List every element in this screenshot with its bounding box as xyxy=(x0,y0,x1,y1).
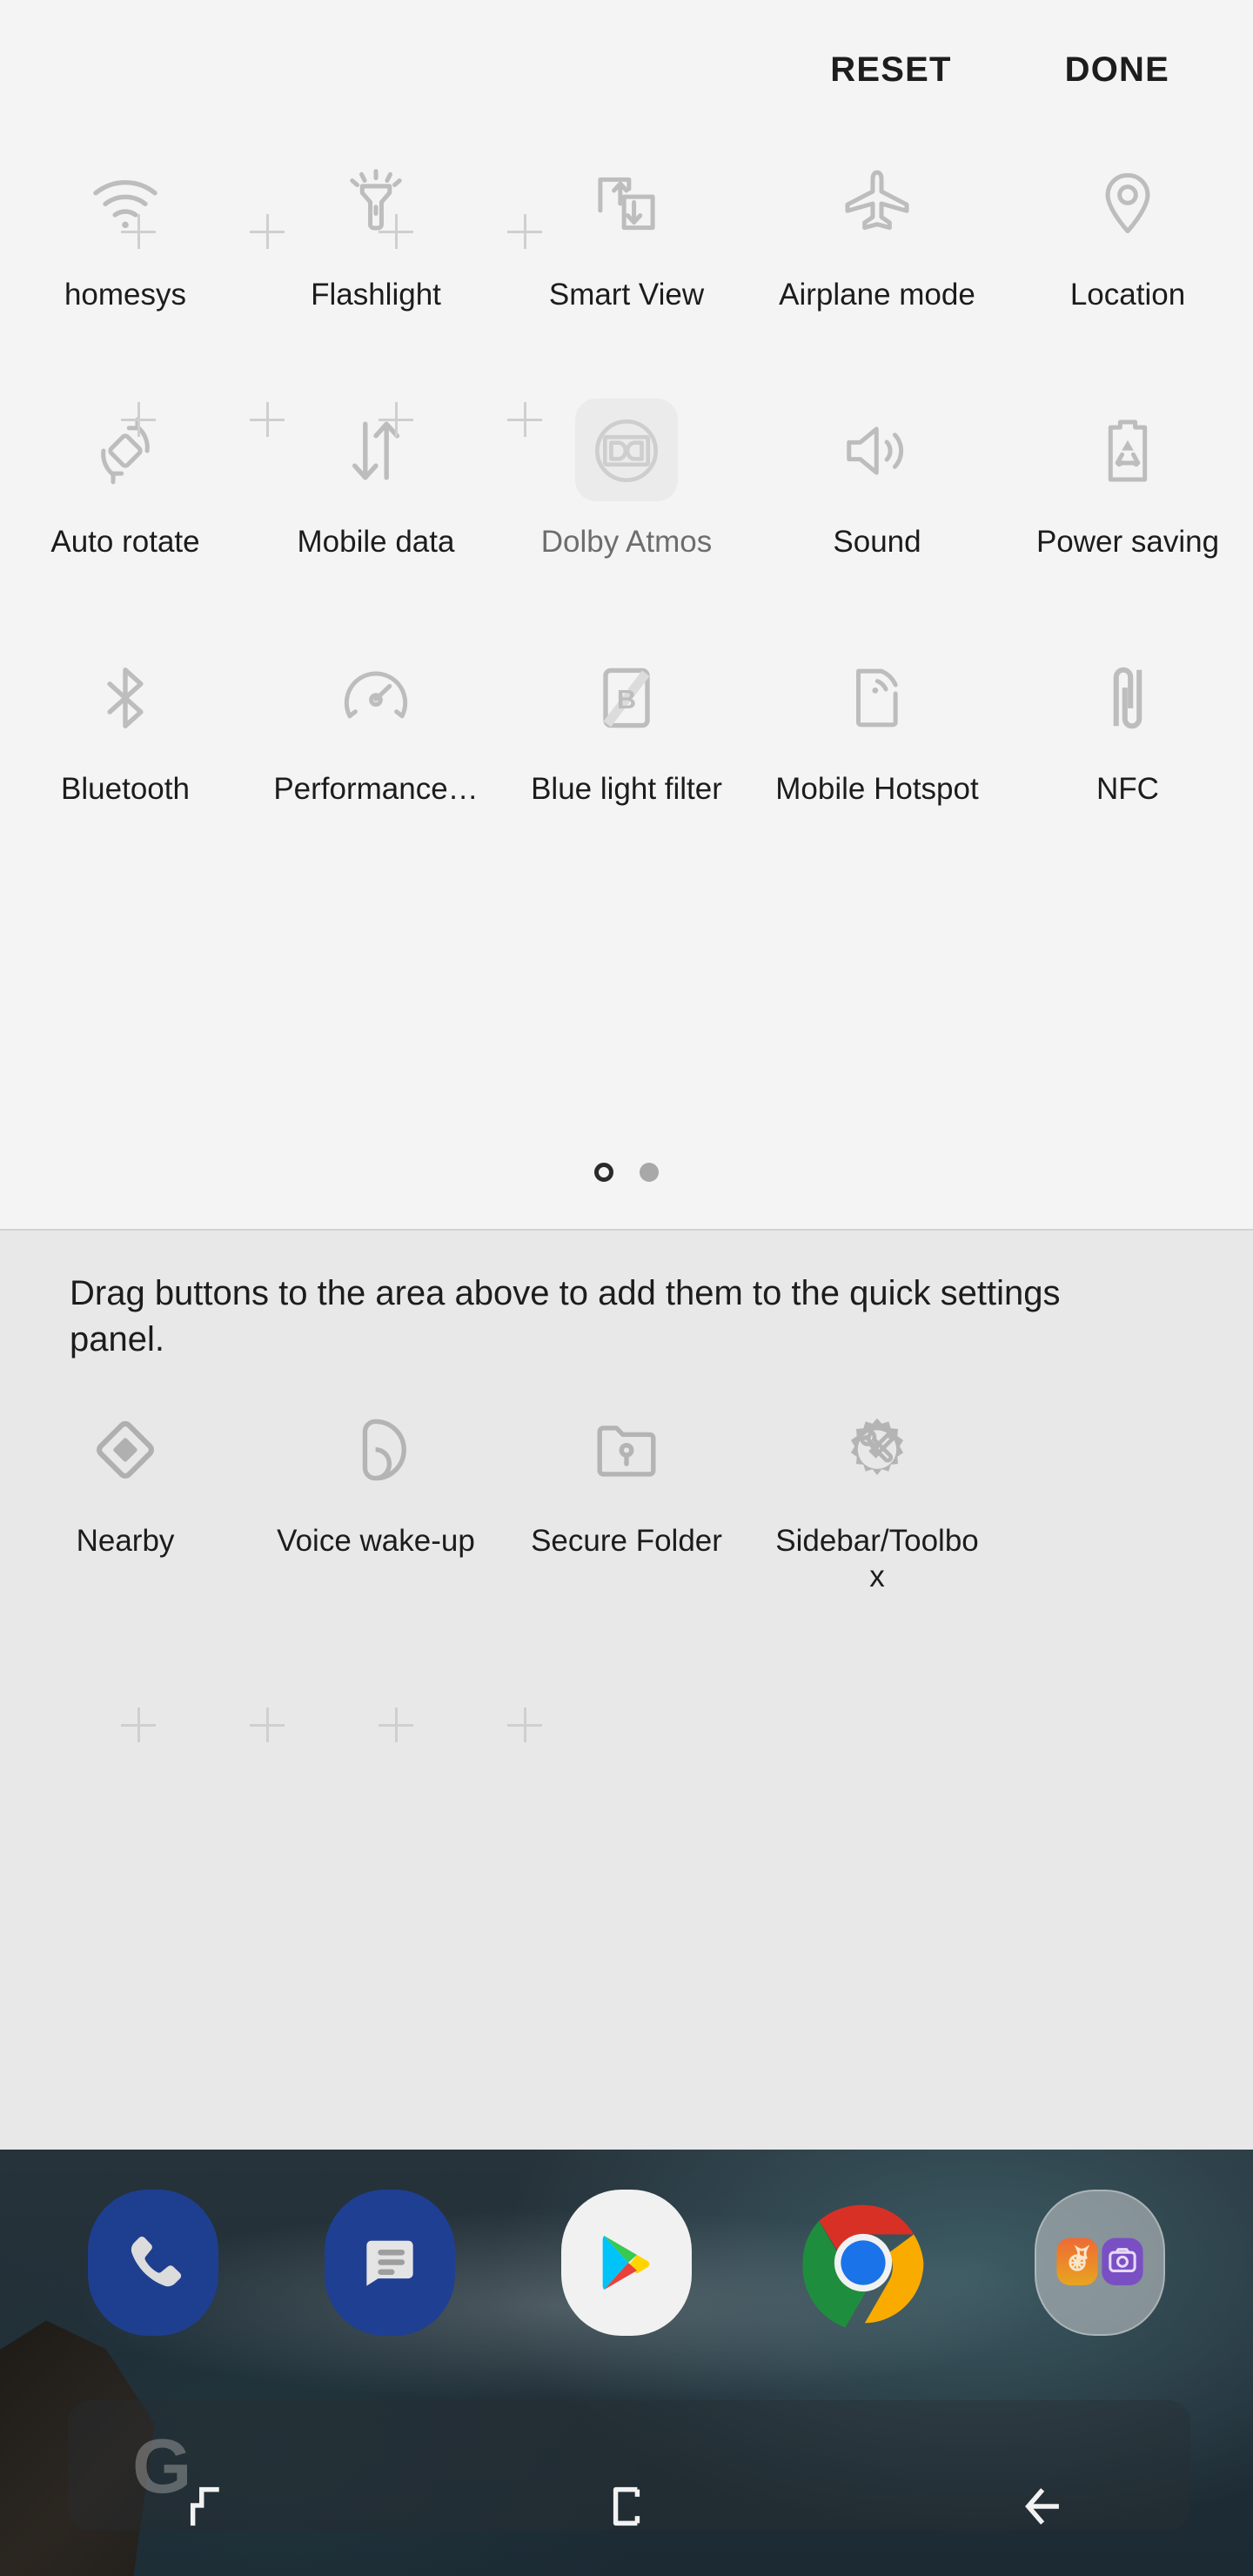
tile-label: homesys xyxy=(64,278,187,312)
power-saving-icon xyxy=(1086,409,1169,493)
navigation-bar xyxy=(0,2437,1253,2576)
dolby-atmos-icon xyxy=(585,409,668,493)
page-indicator[interactable] xyxy=(0,1163,1253,1182)
nearby-diamond-icon xyxy=(84,1408,167,1492)
svg-text:B: B xyxy=(617,684,636,714)
active-tile-grid: homesys Flashlight Smart View Airplane m… xyxy=(0,146,1253,888)
tile-label: NFC xyxy=(1096,772,1159,806)
sound-speaker-icon xyxy=(835,409,919,493)
tile-label: Location xyxy=(1069,278,1186,312)
available-tiles-panel xyxy=(0,1229,1253,2150)
blue-light-filter-icon: B xyxy=(585,656,668,740)
tile-nearby[interactable]: Nearby xyxy=(0,1392,251,1640)
performance-gauge-icon xyxy=(334,656,418,740)
smart-view-icon xyxy=(585,162,668,245)
home-dock xyxy=(0,2176,1253,2350)
tile-mobile-data[interactable]: Mobile data xyxy=(251,393,501,641)
tile-dolby-atmos[interactable]: Dolby Atmos xyxy=(501,393,752,641)
tile-label: Nearby xyxy=(76,1524,175,1558)
airplane-icon xyxy=(835,162,919,245)
tile-label: Auto rotate xyxy=(50,525,200,559)
tile-label: Bluetooth xyxy=(61,772,190,806)
tile-label: Mobile data xyxy=(297,525,455,559)
auto-rotate-icon xyxy=(84,409,167,493)
location-pin-icon xyxy=(1086,162,1169,245)
tile-label: Power saving xyxy=(1035,525,1220,559)
tile-empty-slot xyxy=(1002,1392,1253,1640)
tile-mobile-hotspot[interactable]: Mobile Hotspot xyxy=(752,641,1002,888)
tile-label: Dolby Atmos xyxy=(540,525,713,559)
tile-label: Blue light filter xyxy=(531,772,722,806)
tile-power-saving[interactable]: Power saving xyxy=(1002,393,1253,641)
back-button[interactable] xyxy=(835,2437,1253,2576)
tile-performance[interactable]: Performance… xyxy=(251,641,501,888)
app-folder-icon xyxy=(1035,2190,1165,2336)
tile-voice-wake-up[interactable]: Voice wake-up xyxy=(251,1392,501,1640)
home-button[interactable] xyxy=(418,2437,835,2576)
tile-blue-light-filter[interactable]: B Blue light filter xyxy=(501,641,752,888)
sidebar-toolbox-icon xyxy=(835,1408,919,1492)
recents-button[interactable] xyxy=(0,2437,418,2576)
flashlight-icon xyxy=(334,162,418,245)
tile-homesys[interactable]: homesys xyxy=(0,146,251,393)
editor-header: RESET DONE xyxy=(0,0,1253,139)
tile-label: Secure Folder xyxy=(531,1524,722,1558)
chrome-icon xyxy=(798,2190,928,2336)
mobile-hotspot-icon xyxy=(835,656,919,740)
reset-button[interactable]: RESET xyxy=(807,35,974,105)
dock-app-play-store[interactable] xyxy=(560,2189,693,2337)
wifi-icon xyxy=(84,162,167,245)
tile-label: Sidebar/Toolbox xyxy=(775,1524,979,1594)
tile-airplane-mode[interactable]: Airplane mode xyxy=(752,146,1002,393)
play-store-icon xyxy=(561,2190,692,2336)
bixby-voice-icon xyxy=(334,1408,418,1492)
available-tile-grid: Nearby Voice wake-up Secure Folder Sideb… xyxy=(0,1392,1253,1640)
tile-secure-folder[interactable]: Secure Folder xyxy=(501,1392,752,1640)
tile-location[interactable]: Location xyxy=(1002,146,1253,393)
dock-app-phone[interactable] xyxy=(87,2189,219,2337)
page-dot-1[interactable] xyxy=(594,1163,613,1182)
secure-folder-icon xyxy=(585,1408,668,1492)
done-button[interactable]: DONE xyxy=(1042,35,1192,105)
tile-sidebar-toolbox[interactable]: Sidebar/Toolbox xyxy=(752,1392,1002,1640)
tile-label: Voice wake-up xyxy=(277,1524,475,1558)
tile-bluetooth[interactable]: Bluetooth xyxy=(0,641,251,888)
bluetooth-icon xyxy=(84,656,167,740)
phone-icon xyxy=(88,2190,218,2336)
mobile-data-icon xyxy=(334,409,418,493)
tile-label: Mobile Hotspot xyxy=(775,772,979,806)
nfc-icon xyxy=(1086,656,1169,740)
quick-settings-editor: RESET DONE homesys Flashlight Smart View… xyxy=(0,0,1253,2150)
tile-auto-rotate[interactable]: Auto rotate xyxy=(0,393,251,641)
tile-nfc[interactable]: NFC xyxy=(1002,641,1253,888)
drag-hint-text: Drag buttons to the area above to add th… xyxy=(70,1274,1061,1359)
tile-label: Airplane mode xyxy=(779,278,975,312)
messages-icon xyxy=(325,2190,455,2336)
tile-label: Performance… xyxy=(273,772,479,806)
dock-app-folder[interactable] xyxy=(1034,2189,1166,2337)
tile-label: Flashlight xyxy=(311,278,441,312)
tile-label: Smart View xyxy=(548,278,705,312)
dock-app-chrome[interactable] xyxy=(797,2189,929,2337)
phone-screen: RESET DONE homesys Flashlight Smart View… xyxy=(0,0,1253,2576)
tile-flashlight[interactable]: Flashlight xyxy=(251,146,501,393)
dock-app-messages[interactable] xyxy=(324,2189,456,2337)
tile-label: Sound xyxy=(833,525,921,559)
tile-sound[interactable]: Sound xyxy=(752,393,1002,641)
page-dot-2[interactable] xyxy=(640,1163,659,1182)
tile-smart-view[interactable]: Smart View xyxy=(501,146,752,393)
